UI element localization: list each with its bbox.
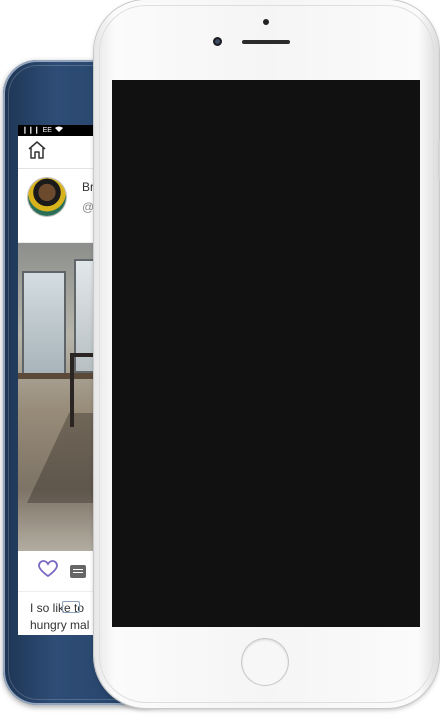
post-author-handle: @ bbox=[82, 200, 95, 214]
heart-icon[interactable] bbox=[38, 559, 58, 583]
signal-icon: ❙❙❙ bbox=[22, 127, 40, 134]
back-phone-recent-apps-icon bbox=[62, 601, 80, 613]
carrier-label: EE bbox=[42, 127, 52, 134]
proximity-sensor bbox=[263, 19, 269, 25]
comment-icon[interactable] bbox=[70, 564, 86, 578]
avatar[interactable] bbox=[28, 178, 66, 216]
front-phone-screen bbox=[112, 80, 420, 627]
post-author-name[interactable]: Br bbox=[82, 180, 94, 194]
front-camera-icon bbox=[213, 37, 222, 46]
wifi-icon bbox=[54, 125, 63, 136]
home-icon[interactable] bbox=[27, 140, 47, 164]
home-button[interactable] bbox=[242, 639, 288, 685]
earpiece-speaker bbox=[242, 40, 290, 44]
photo-window bbox=[22, 271, 66, 375]
front-phone bbox=[94, 0, 440, 708]
